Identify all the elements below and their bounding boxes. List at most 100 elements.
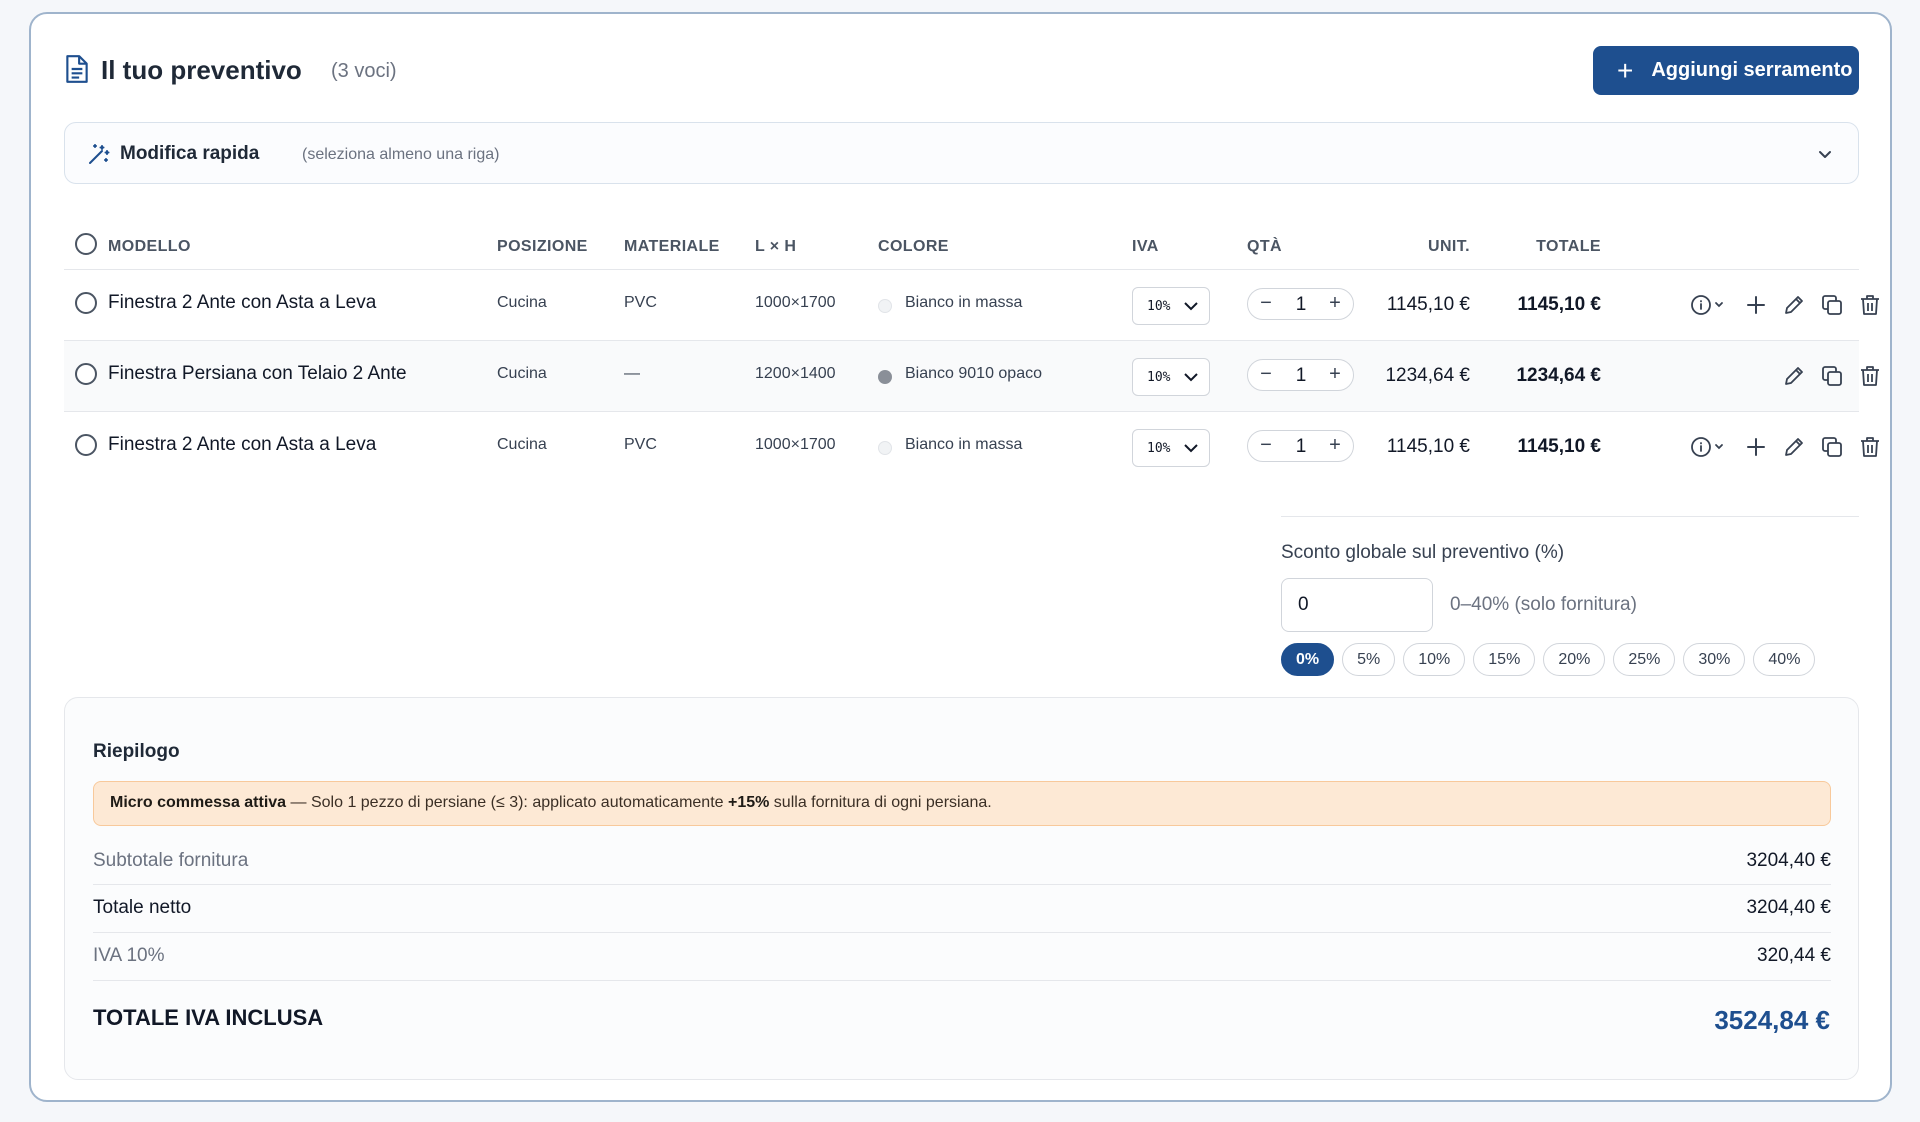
grand-total-label: TOTALE IVA INCLUSA <box>93 1005 324 1030</box>
discount-chip-40[interactable]: 40% <box>1753 643 1816 676</box>
notice-tail: sulla fornitura di ogni persiana. <box>769 794 992 811</box>
micro-order-notice: Micro commessa attiva — Solo 1 pezzo di … <box>93 781 1831 826</box>
header-color: COLORE <box>878 238 949 255</box>
quantity-stepper: − 1 + <box>1247 430 1354 462</box>
magic-wand-icon <box>89 144 110 164</box>
quantity-value[interactable]: 1 <box>1288 294 1314 316</box>
discount-chip-25[interactable]: 25% <box>1613 643 1676 676</box>
row-total: 1145,10 € <box>1517 294 1601 315</box>
chevron-down-icon <box>1184 444 1198 453</box>
discount-chip-10[interactable]: 10% <box>1403 643 1466 676</box>
row-select-radio[interactable] <box>75 363 97 385</box>
subtotal-row: Subtotale fornitura 3204,40 € <box>93 838 1831 885</box>
add-accessory-icon[interactable] <box>1743 434 1769 460</box>
quantity-value[interactable]: 1 <box>1288 365 1314 387</box>
row-unit-price: 1145,10 € <box>1386 294 1470 315</box>
increment-button[interactable]: + <box>1324 363 1346 386</box>
discount-chip-15[interactable]: 15% <box>1473 643 1536 676</box>
iva-select[interactable]: 10% <box>1132 358 1210 396</box>
add-window-label: Aggiungi serramento <box>1651 59 1853 81</box>
grand-total-value: 3524,84 € <box>1714 1005 1830 1035</box>
quote-table: MODELLO POSIZIONE MATERIALE L × H COLORE… <box>64 224 1879 483</box>
edit-icon[interactable] <box>1781 434 1807 460</box>
header-model: MODELLO <box>108 238 191 255</box>
quantity-value[interactable]: 1 <box>1288 436 1314 458</box>
iva-value: 10% <box>1147 298 1171 314</box>
iva-value: 10% <box>1147 440 1171 456</box>
iva-select[interactable]: 10% <box>1132 287 1210 325</box>
edit-icon[interactable] <box>1781 292 1807 318</box>
summary-title: Riepilogo <box>93 741 180 762</box>
net-total-label: Totale netto <box>93 897 192 918</box>
row-unit-price: 1234,64 € <box>1385 365 1470 386</box>
row-model: Finestra 2 Ante con Asta a Leva <box>108 292 377 313</box>
global-discount-section: Sconto globale sul preventivo (%) 0–40% … <box>1281 516 1859 676</box>
discount-title: Sconto globale sul preventivo (%) <box>1281 542 1565 563</box>
add-accessory-icon[interactable] <box>1743 292 1769 318</box>
chevron-down-icon[interactable] <box>1816 145 1834 163</box>
info-icon[interactable] <box>1689 434 1729 460</box>
page-title: Il tuo preventivo <box>101 55 302 85</box>
discount-chip-5[interactable]: 5% <box>1342 643 1396 676</box>
table-header: MODELLO POSIZIONE MATERIALE L × H COLORE… <box>64 224 1859 270</box>
duplicate-icon[interactable] <box>1819 434 1845 460</box>
edit-icon[interactable] <box>1781 363 1807 389</box>
row-color: Bianco in massa <box>905 294 1023 311</box>
row-select-radio[interactable] <box>75 292 97 314</box>
header-iva: IVA <box>1132 238 1159 255</box>
trash-icon[interactable] <box>1857 292 1883 318</box>
header-qty: QTÀ <box>1247 238 1282 255</box>
increment-button[interactable]: + <box>1324 434 1346 457</box>
discount-presets: 0% 5% 10% 15% 20% 25% 30% 40% <box>1281 643 1816 676</box>
plus-icon: + <box>1617 54 1634 86</box>
select-all-radio[interactable] <box>75 233 97 255</box>
header-total: TOTALE <box>1536 238 1601 255</box>
row-select-radio[interactable] <box>75 434 97 456</box>
notice-title: Micro commessa attiva <box>110 794 287 811</box>
quick-edit-panel[interactable]: Modifica rapida (seleziona almeno una ri… <box>64 122 1859 184</box>
chevron-down-icon <box>1184 302 1198 311</box>
add-window-button[interactable]: + Aggiungi serramento <box>1593 46 1859 95</box>
net-total-row: Totale netto 3204,40 € <box>93 885 1831 933</box>
color-swatch <box>878 441 892 455</box>
discount-chip-30[interactable]: 30% <box>1683 643 1746 676</box>
row-total: 1234,64 € <box>1516 365 1601 386</box>
row-size: 1200×1400 <box>755 365 836 382</box>
duplicate-icon[interactable] <box>1819 292 1845 318</box>
header-unit: UNIT. <box>1428 238 1470 255</box>
table-row: Finestra 2 Ante con Asta a Leva Cucina P… <box>64 412 1879 483</box>
quick-edit-label: Modifica rapida <box>120 143 260 164</box>
header-material: MATERIALE <box>624 238 720 255</box>
quote-card: Il tuo preventivo (3 voci) + Aggiungi se… <box>29 12 1892 1102</box>
discount-hint: 0–40% (solo fornitura) <box>1450 594 1637 615</box>
iva-label: IVA 10% <box>93 945 165 966</box>
table-row: Finestra Persiana con Telaio 2 Ante Cuci… <box>64 341 1879 412</box>
color-swatch <box>878 370 892 384</box>
trash-icon[interactable] <box>1857 363 1883 389</box>
notice-text: — Solo 1 pezzo di persiane (≤ 3): applic… <box>286 794 728 811</box>
quantity-stepper: − 1 + <box>1247 288 1354 320</box>
quick-edit-hint: (seleziona almeno una riga) <box>302 146 500 163</box>
iva-select[interactable]: 10% <box>1132 429 1210 467</box>
subtotal-value: 3204,40 € <box>1746 850 1831 871</box>
trash-icon[interactable] <box>1857 434 1883 460</box>
subtotal-label: Subtotale fornitura <box>93 850 249 871</box>
row-position: Cucina <box>497 365 547 382</box>
chevron-down-icon <box>1184 373 1198 382</box>
info-icon[interactable] <box>1689 292 1729 318</box>
row-position: Cucina <box>497 294 547 311</box>
header-position: POSIZIONE <box>497 238 588 255</box>
decrement-button[interactable]: − <box>1255 434 1277 457</box>
row-position: Cucina <box>497 436 547 453</box>
discount-chip-0[interactable]: 0% <box>1281 643 1335 676</box>
increment-button[interactable]: + <box>1324 292 1346 315</box>
row-model: Finestra 2 Ante con Asta a Leva <box>108 434 377 455</box>
notice-percent: +15% <box>727 794 770 811</box>
duplicate-icon[interactable] <box>1819 363 1845 389</box>
quantity-stepper: − 1 + <box>1247 359 1354 391</box>
decrement-button[interactable]: − <box>1255 292 1277 315</box>
decrement-button[interactable]: − <box>1255 363 1277 386</box>
discount-chip-20[interactable]: 20% <box>1543 643 1606 676</box>
document-icon <box>66 55 88 83</box>
discount-input[interactable] <box>1281 578 1433 632</box>
